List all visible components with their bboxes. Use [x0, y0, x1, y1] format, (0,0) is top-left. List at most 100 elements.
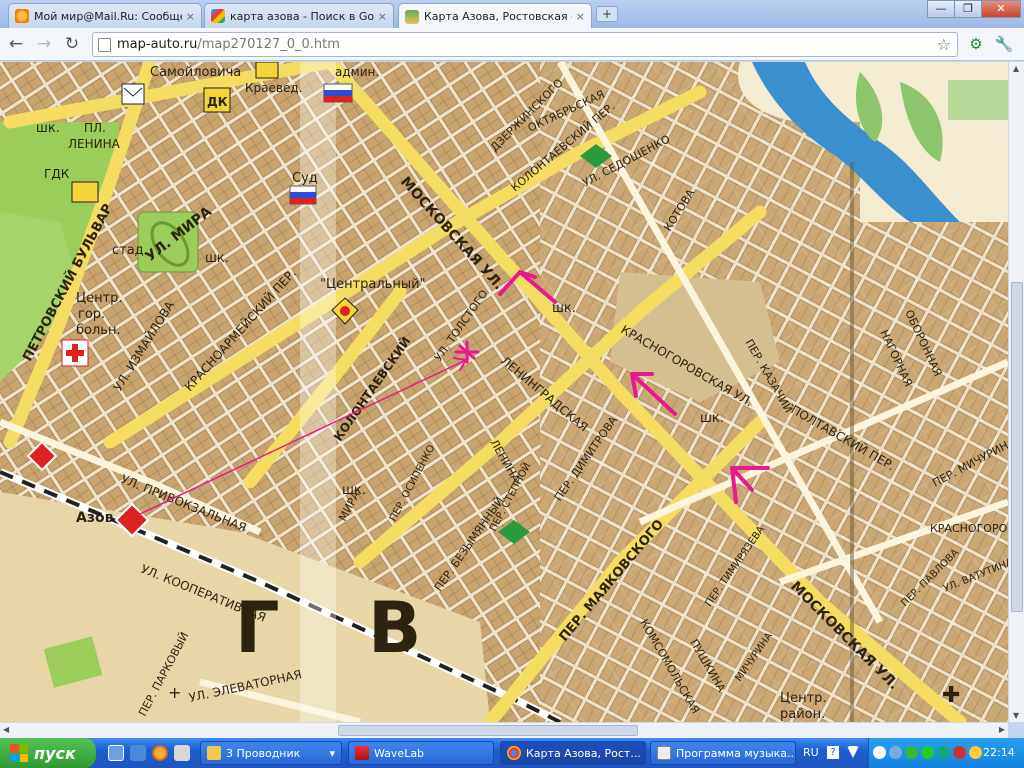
language-indicator[interactable]: RU: [803, 746, 819, 759]
court-flag-stripe: [290, 192, 316, 198]
label-center-hosp: Центр.: [76, 291, 123, 306]
star-icon[interactable]: ☆: [937, 35, 951, 54]
label-central: "Центральный": [320, 277, 426, 292]
post-office-icon: [121, 83, 145, 105]
quicklaunch-icon-4[interactable]: [174, 745, 190, 761]
flag-stripe-red: [324, 96, 352, 102]
page-icon: [98, 38, 111, 52]
task-label: 3 Проводник: [226, 746, 301, 760]
label-stad: стад.: [112, 243, 148, 258]
security-shield-icon[interactable]: [905, 746, 918, 759]
antivirus-icon[interactable]: [921, 746, 934, 759]
folder-icon: [207, 746, 221, 760]
minimize-button[interactable]: —: [927, 0, 955, 18]
scroll-left-icon[interactable]: ◀: [3, 725, 9, 734]
wavelab-icon: [355, 746, 369, 760]
extension-icon[interactable]: ⚙: [964, 33, 988, 55]
forward-button[interactable]: →: [32, 33, 56, 55]
tab-label: Карта Азова, Ростовская об: [424, 10, 572, 23]
wrench-menu-icon[interactable]: 🔧: [992, 33, 1016, 55]
document-icon: [657, 746, 671, 760]
label-admin: админ.: [335, 65, 379, 79]
label-gor: гор.: [78, 307, 105, 322]
close-window-button[interactable]: ✕: [981, 0, 1021, 18]
tab-google-search[interactable]: карта азова - Поиск в Google ×: [204, 3, 394, 28]
network-icon[interactable]: [889, 746, 902, 759]
scroll-down-icon[interactable]: ▼: [1013, 711, 1019, 720]
label-raion: район.: [780, 707, 825, 722]
tab-mail-ru[interactable]: Мой мир@Mail.Ru: Сообщест ×: [8, 3, 202, 28]
museum-icon: [255, 62, 279, 79]
label-school-1: шк.: [36, 121, 60, 136]
city-map[interactable]: Г В МОСКОВСКАЯ УЛ. МОСКОВСКАЯ УЛ. ПЕР. М…: [0, 62, 1008, 722]
label-center-raion: Центр.: [780, 691, 827, 706]
horizontal-scroll-thumb[interactable]: [338, 725, 638, 736]
map-viewport[interactable]: Г В МОСКОВСКАЯ УЛ. МОСКОВСКАЯ УЛ. ПЕР. М…: [0, 62, 1008, 722]
label-pl: ПЛ.: [84, 121, 106, 135]
back-button[interactable]: ←: [4, 33, 28, 55]
scroll-up-icon[interactable]: ▲: [1013, 64, 1019, 73]
volume-icon[interactable]: [969, 746, 982, 759]
task-label: Программа музыка...: [676, 746, 796, 760]
page-fold: [300, 62, 336, 722]
cross-marker-icon: +: [168, 683, 181, 702]
url-text: map-auto.ru/map270127_0_0.htm: [117, 37, 340, 52]
tab-label: карта азова - Поиск в Google: [230, 9, 374, 23]
dk-icon-text: ДК: [207, 95, 228, 109]
tab-close-icon[interactable]: ×: [378, 10, 387, 23]
reload-button[interactable]: ↻: [60, 33, 84, 55]
start-button[interactable]: пуск: [0, 738, 96, 768]
chevron-down-icon: ▾: [329, 746, 335, 760]
church-cross-icon: ✚: [942, 683, 960, 708]
browser-toolbar: ← → ↻ map-auto.ru/map270127_0_0.htm ☆ ⚙ …: [0, 28, 1024, 61]
label-school-5: шк.: [342, 483, 366, 498]
horizontal-scrollbar[interactable]: ◀ ▶: [0, 722, 1008, 738]
vertical-scroll-thumb[interactable]: [1011, 282, 1023, 612]
windows-logo-icon: [10, 744, 28, 762]
help-icon[interactable]: ?: [827, 746, 839, 759]
taskbar-clock: 22:14: [983, 746, 1015, 759]
address-bar[interactable]: map-auto.ru/map270127_0_0.htm ☆: [92, 32, 958, 57]
taskbar-wavelab[interactable]: WaveLab: [348, 741, 494, 765]
maximize-button[interactable]: ❐: [954, 0, 982, 18]
taskbar-explorer[interactable]: 3 Проводник ▾: [200, 741, 342, 765]
scroll-right-icon[interactable]: ▶: [999, 725, 1005, 734]
taskbar-program[interactable]: Программа музыка...: [650, 741, 796, 765]
url-host: map-auto.ru: [117, 37, 198, 52]
tray-app-icon[interactable]: [953, 746, 966, 759]
street-krasnogoro: КРАСНОГОРО: [930, 522, 1008, 535]
start-label: пуск: [34, 743, 76, 763]
label-bolni: больн.: [76, 323, 121, 338]
vertical-scrollbar[interactable]: ▲ ▼: [1008, 62, 1024, 722]
tab-close-icon[interactable]: ×: [186, 10, 195, 23]
eye-icon[interactable]: [937, 746, 950, 759]
taskbar: пуск 3 Проводник ▾ WaveLab Карта Азова, …: [0, 738, 1024, 768]
label-kraeved: Краевед.: [245, 81, 302, 95]
zone-label-g: Г: [235, 587, 280, 669]
label-azov-station: Азов: [76, 510, 114, 526]
show-desktop-icon[interactable]: [108, 745, 124, 761]
label-lenina: ЛЕНИНА: [68, 137, 121, 151]
tray-arrow-icon[interactable]: [873, 746, 886, 759]
tab-azov-map[interactable]: Карта Азова, Ростовская об ×: [398, 3, 592, 29]
new-tab-button[interactable]: +: [596, 6, 618, 22]
label-school-4: шк.: [700, 411, 724, 426]
map-favicon-icon: [405, 9, 419, 24]
google-favicon-icon: [211, 9, 225, 23]
firefox-quicklaunch-icon[interactable]: [152, 745, 168, 761]
mail-ru-favicon-icon: [15, 9, 29, 23]
explorer-quicklaunch-icon[interactable]: [130, 745, 146, 761]
tab-label: Мой мир@Mail.Ru: Сообщест: [34, 9, 182, 23]
taskbar-chrome-map[interactable]: Карта Азова, Рост...: [500, 741, 646, 765]
green-area: [948, 80, 1008, 120]
tab-close-icon[interactable]: ×: [576, 10, 585, 23]
label-gdk: ГДК: [44, 167, 70, 181]
label-school-2: шк.: [205, 251, 229, 266]
dk-culture-icon-2: [71, 181, 99, 203]
task-label: WaveLab: [374, 746, 425, 760]
flag-stripe: [324, 90, 352, 96]
label-samoilovicha: Самойловича: [150, 65, 241, 80]
court-flag-red: [290, 198, 316, 204]
market-icon-dot: [340, 306, 350, 316]
tray-expand-icon[interactable]: [847, 746, 859, 758]
